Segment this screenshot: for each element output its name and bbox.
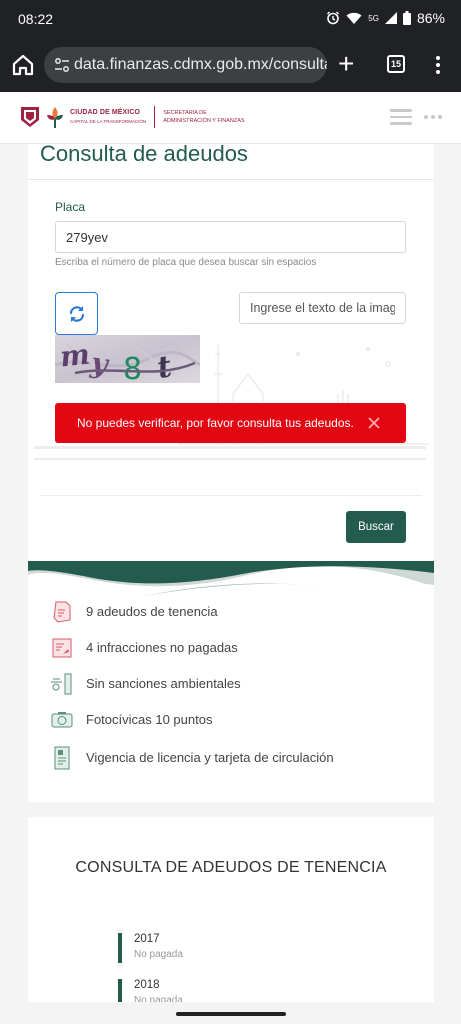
buscar-button[interactable]: Buscar: [346, 511, 406, 543]
form-divider: [40, 495, 422, 496]
info-label: 4 infracciones no pagadas: [86, 640, 238, 655]
network-type: 5G: [368, 13, 379, 23]
page-title: Consulta de adeudos: [40, 144, 248, 166]
licencia-card-icon: [54, 746, 70, 770]
url-text: data.finanzas.cdmx.gob.mx/consulta_a: [74, 56, 327, 73]
title-divider: [28, 179, 434, 180]
status-icons: 5G 86%: [326, 10, 445, 26]
refresh-icon: [69, 306, 85, 322]
consulta-form-card: Consulta de adeudos Placa Escriba el núm…: [28, 144, 434, 562]
cdmx-flower-icon: [47, 107, 63, 128]
captcha-input[interactable]: [239, 292, 406, 324]
fotocivica-camera-icon: [51, 712, 73, 728]
secretaria-line1: SECRETARÍA DE: [163, 110, 207, 116]
logo-subtitle: CAPITAL DE LA TRANSFORMACIÓN: [70, 119, 147, 124]
svg-text:m: m: [58, 338, 91, 374]
browser-menu-icon[interactable]: [432, 54, 444, 76]
secretaria-text: SECRETARÍA DE ADMINISTRACIÓN Y FINANZAS: [163, 109, 244, 125]
alarm-icon: [327, 11, 340, 25]
battery-level: 86%: [416, 10, 445, 26]
adeudos-summary-list: 9 adeudos de tenencia 4 infracciones no …: [28, 600, 434, 802]
info-label: Fotocívicas 10 puntos: [86, 712, 213, 727]
browser-toolbar: data.finanzas.cdmx.gob.mx/consulta_a + 1…: [0, 38, 461, 92]
signal-icon: [384, 12, 397, 24]
site-header: CIUDAD DE MÉXICO CAPITAL DE LA TRANSFORM…: [0, 92, 461, 144]
cdmx-seal-icon: [21, 107, 39, 127]
address-bar[interactable]: data.finanzas.cdmx.gob.mx/consulta_a: [44, 47, 327, 83]
cdmx-logo[interactable]: CIUDAD DE MÉXICO CAPITAL DE LA TRANSFORM…: [20, 105, 245, 129]
svg-text:8: 8: [123, 352, 142, 383]
error-toast: No puedes verificar, por favor consulta …: [55, 403, 406, 443]
tab-switcher-button[interactable]: 15: [387, 55, 405, 73]
infraccion-ticket-icon: [52, 638, 72, 658]
home-icon[interactable]: [10, 52, 36, 78]
new-tab-button[interactable]: +: [338, 50, 354, 78]
tenencia-status: No pagada: [134, 949, 183, 960]
secretaria-line2: ADMINISTRACIÓN Y FINANZAS: [163, 118, 245, 124]
logo-divider: [154, 106, 156, 128]
captcha-refresh-button[interactable]: [55, 292, 98, 335]
placa-help-text: Escriba el número de placa que desea bus…: [55, 257, 317, 268]
tenencia-section: CONSULTA DE ADEUDOS DE TENENCIA 2017 No …: [28, 817, 434, 1009]
tenencia-year: 2017: [134, 933, 160, 945]
wifi-icon: [346, 12, 362, 24]
info-label: Sin sanciones ambientales: [86, 676, 241, 691]
tenencia-title: CONSULTA DE ADEUDOS DE TENENCIA: [75, 859, 387, 876]
placa-label: Placa: [55, 200, 86, 214]
logo-title: CIUDAD DE MÉXICO: [70, 109, 141, 116]
status-time: 08:22: [18, 11, 54, 27]
ambiental-bike-icon: [51, 673, 72, 695]
captcha-image: m y 8 t: [55, 335, 200, 383]
divider-band: [34, 446, 426, 464]
info-label: 9 adeudos de tenencia: [86, 604, 218, 619]
placa-input[interactable]: [55, 221, 406, 253]
battery-icon: [402, 11, 411, 25]
logo-text: CIUDAD DE MÉXICO CAPITAL DE LA TRANSFORM…: [70, 108, 146, 126]
info-label: Vigencia de licencia y tarjeta de circul…: [86, 750, 334, 765]
hamburger-menu-icon[interactable]: [390, 109, 412, 125]
more-options-icon[interactable]: [424, 115, 442, 119]
error-message: No puedes verificar, por favor consulta …: [77, 416, 354, 430]
decorative-wave: [28, 561, 434, 601]
close-icon[interactable]: [367, 416, 381, 430]
site-settings-icon[interactable]: [54, 57, 70, 73]
gesture-handle[interactable]: [176, 1012, 286, 1016]
timeline-marker: [118, 933, 122, 963]
tenencia-document-icon: [53, 601, 71, 623]
tenencia-year: 2018: [134, 979, 160, 991]
status-bar: 08:22 5G 86%: [0, 0, 461, 38]
